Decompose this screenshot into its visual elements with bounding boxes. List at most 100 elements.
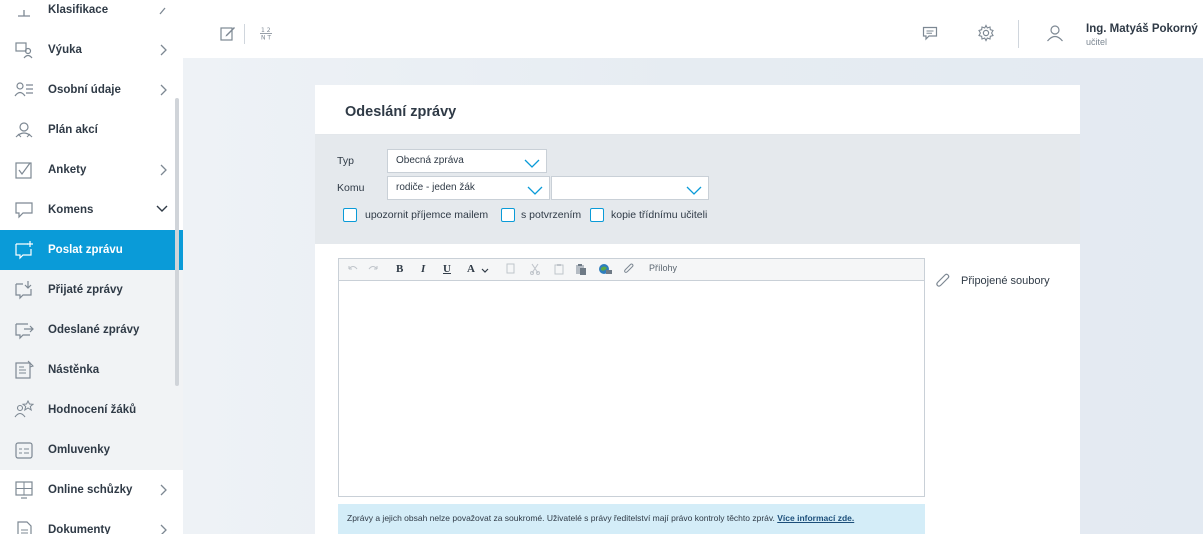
sidebar-item-label: Hodnocení žáků [48, 404, 137, 416]
paperclip-icon[interactable] [623, 263, 635, 277]
sidebar-item-ankety[interactable]: Ankety [0, 150, 183, 190]
sidebar-item-label: Přijaté zprávy [48, 284, 123, 296]
chevron-down-icon [686, 183, 702, 195]
teaching-icon [14, 40, 34, 60]
sidebar-item-poslat-zpravu[interactable]: Poslat zprávu [0, 230, 183, 270]
paperclip-icon [935, 272, 953, 295]
recipient-select[interactable] [551, 176, 709, 200]
documents-icon [14, 520, 34, 534]
compose-button[interactable] [216, 22, 240, 46]
recipient-type-value: rodiče - jeden žák [396, 182, 475, 193]
notify-email-checkbox[interactable] [343, 208, 357, 222]
personal-data-icon [14, 80, 34, 100]
svg-text:N T: N T [261, 34, 271, 41]
chevron-right-icon [157, 522, 169, 534]
chevron-down-icon [527, 183, 543, 195]
cut-icon[interactable] [529, 263, 541, 277]
user-name[interactable]: Ing. Matyáš Pokorný [1086, 23, 1198, 35]
sidebar-item-prijate-zpravy[interactable]: Přijaté zprávy [0, 270, 183, 310]
recipient-label: Komu [337, 182, 365, 194]
font-color-dropdown-icon[interactable] [481, 265, 489, 279]
sidebar-item-label: Klasifikace [48, 4, 109, 16]
gear-icon [977, 23, 995, 45]
komens-icon [14, 200, 34, 220]
paste-text-icon[interactable] [575, 263, 587, 277]
user-icon [1046, 24, 1064, 45]
attached-files-label: Připojené soubory [961, 275, 1050, 287]
page-title: Odeslání zprávy [345, 104, 457, 120]
sidebar-item-osobni-udaje[interactable]: Osobní údaje [0, 70, 183, 110]
noticeboard-icon [14, 360, 34, 380]
sidebar-item-label: Dokumenty [48, 524, 111, 534]
chevron-right-icon [157, 82, 169, 98]
sidebar-item-label: Výuka [48, 44, 82, 56]
confirmation-label: s potvrzením [521, 209, 582, 221]
sidebar-item-label: Plán akcí [48, 124, 98, 136]
type-select[interactable]: Obecná zpráva [387, 149, 547, 173]
bold-icon[interactable]: B [396, 263, 403, 277]
sidebar-item-nastenka[interactable]: Nástěnka [0, 350, 183, 390]
font-color-icon[interactable]: A [467, 263, 475, 277]
recipient-type-select[interactable]: rodiče - jeden žák [387, 176, 550, 200]
number-sort-icon: 1 2N T [258, 25, 274, 44]
sidebar-item-plan-akci[interactable]: Plán akcí [0, 110, 183, 150]
chevron-right-icon [157, 2, 169, 18]
message-editor[interactable]: B I U A Přílohy [338, 258, 925, 497]
excuse-icon [14, 440, 34, 460]
sidebar: Klasifikace Výuka Osobní údaje Plán akcí [0, 0, 183, 534]
sidebar-item-label: Nástěnka [48, 364, 100, 376]
sidebar-item-klasifikace[interactable]: Klasifikace [0, 0, 183, 30]
editor-toolbar: B I U A Přílohy [339, 259, 924, 281]
sidebar-item-online-schuzky[interactable]: Online schůzky [0, 470, 183, 510]
notify-email-label: upozornit příjemce mailem [365, 209, 489, 221]
main-content: Odeslání zprávy Typ Obecná zpráva Komu r… [183, 58, 1203, 534]
chevron-right-icon [157, 482, 169, 498]
sort-button[interactable]: 1 2N T [254, 22, 278, 46]
copy-class-teacher-label: kopie třídnímu učiteli [611, 209, 708, 221]
grade-icon [14, 0, 34, 20]
sidebar-item-dokumenty[interactable]: Dokumenty [0, 510, 183, 534]
sidebar-item-komens[interactable]: Komens [0, 190, 183, 230]
online-meeting-icon [14, 480, 34, 500]
sidebar-item-hodnoceni-zaku[interactable]: Hodnocení žáků [0, 390, 183, 430]
sidebar-item-omluvenky[interactable]: Omluvenky [0, 430, 183, 470]
messages-button[interactable] [918, 22, 942, 46]
toolbar-separator [1018, 20, 1019, 48]
toolbar-separator [244, 24, 245, 44]
sidebar-item-label: Odeslané zprávy [48, 324, 140, 336]
svg-text:1 2: 1 2 [261, 27, 271, 34]
message-options: Typ Obecná zpráva Komu rodiče - jeden žá… [315, 135, 1080, 244]
attached-files[interactable]: Připojené soubory [935, 272, 1075, 292]
chat-icon [922, 25, 938, 44]
sidebar-item-label: Osobní údaje [48, 84, 121, 96]
settings-button[interactable] [974, 22, 998, 46]
attachments-button[interactable]: Přílohy [649, 263, 677, 273]
chevron-right-icon [157, 162, 169, 178]
italic-icon[interactable]: I [421, 263, 425, 277]
sidebar-scrollbar-thumb[interactable] [175, 98, 179, 386]
sent-icon [14, 320, 34, 340]
sidebar-item-label: Poslat zprávu [48, 244, 123, 256]
poll-icon [14, 160, 34, 180]
sidebar-item-label: Online schůzky [48, 484, 133, 496]
sidebar-item-vyuka[interactable]: Výuka [0, 30, 183, 70]
copy-class-teacher-checkbox[interactable] [590, 208, 604, 222]
confirmation-checkbox[interactable] [501, 208, 515, 222]
send-message-icon [14, 240, 34, 260]
sidebar-item-label: Komens [48, 204, 94, 216]
user-role: učitel [1086, 37, 1108, 47]
more-info-link[interactable]: Více informací zde. [777, 513, 854, 523]
type-label: Typ [337, 155, 354, 167]
chevron-down-icon [524, 156, 540, 168]
paste-icon[interactable] [553, 263, 565, 277]
type-select-value: Obecná zpráva [396, 155, 464, 166]
undo-icon[interactable] [347, 263, 359, 277]
insert-link-icon[interactable] [598, 263, 612, 277]
student-rating-icon [14, 400, 34, 420]
redo-icon[interactable] [367, 263, 379, 277]
sidebar-item-label: Ankety [48, 164, 87, 176]
underline-icon[interactable]: U [443, 263, 451, 277]
copy-icon[interactable] [505, 263, 517, 277]
user-profile-button[interactable] [1043, 22, 1067, 46]
sidebar-item-odeslane-zpravy[interactable]: Odeslané zprávy [0, 310, 183, 350]
